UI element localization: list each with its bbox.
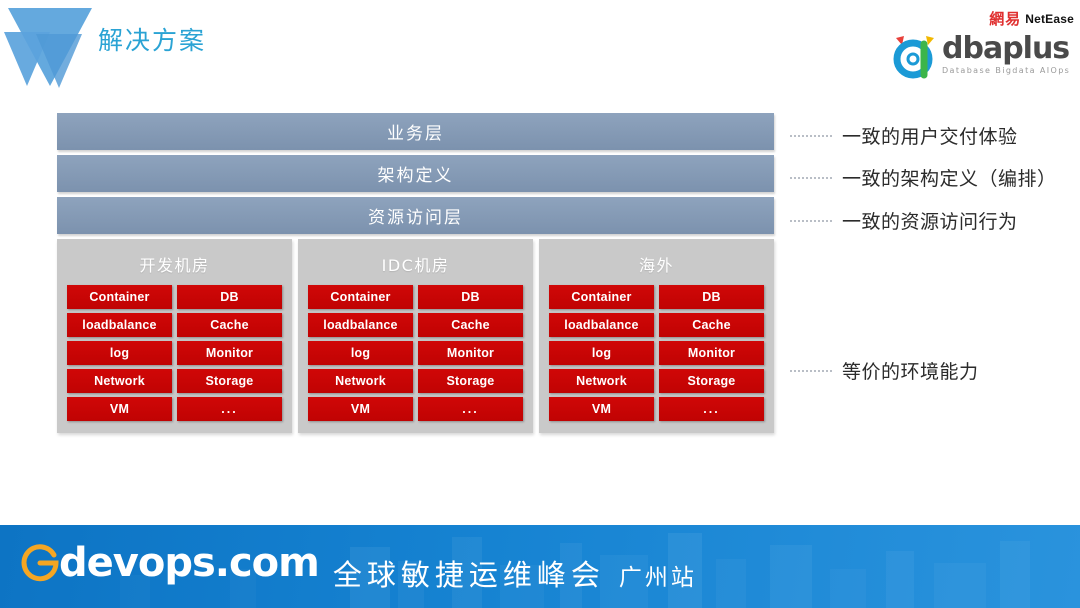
page-title: 解决方案 bbox=[98, 26, 207, 55]
capability-cell: Monitor bbox=[659, 341, 764, 365]
capability-cell: DB bbox=[659, 285, 764, 309]
capability-grid: Container DB loadbalance Cache log Monit… bbox=[308, 285, 523, 421]
dbaplus-a-mark-icon bbox=[893, 36, 934, 79]
capability-cell: Network bbox=[549, 369, 654, 393]
dbaplus-tagline: Database Bigdata AIOps bbox=[942, 65, 1071, 75]
capability-grid: Container DB loadbalance Cache log Monit… bbox=[549, 285, 764, 421]
capability-cell: Network bbox=[67, 369, 172, 393]
capability-cell: log bbox=[308, 341, 413, 365]
dotted-connector-icon bbox=[790, 369, 832, 372]
architecture-diagram: 业务层 架构定义 资源访问层 开发机房 Container DB loadbal… bbox=[57, 113, 774, 433]
gdevops-logo: devops.com bbox=[18, 539, 320, 586]
capability-cell: DB bbox=[177, 285, 282, 309]
capability-cell: loadbalance bbox=[67, 313, 172, 337]
capability-cell: log bbox=[67, 341, 172, 365]
capability-cell: loadbalance bbox=[308, 313, 413, 337]
environment-column-overseas: 海外 Container DB loadbalance Cache log Mo… bbox=[539, 239, 774, 433]
summit-name-label: 全球敏捷运维峰会 bbox=[332, 557, 605, 592]
dotted-connector-icon bbox=[790, 176, 832, 179]
brand-logos: 網易 NetEase dbaplus Database Bigdata AIOp… bbox=[890, 8, 1076, 86]
netease-logo: 網易 NetEase bbox=[989, 8, 1074, 29]
callout-label: 一致的架构定义（编排） bbox=[842, 168, 1057, 190]
callout-label: 一致的用户交付体验 bbox=[842, 126, 1018, 148]
dbaplus-logo: dbaplus Database Bigdata AIOps bbox=[890, 30, 1070, 80]
w-triangle-logo-icon bbox=[4, 8, 92, 88]
capability-cell: Storage bbox=[659, 369, 764, 393]
layer-bar-architecture: 架构定义 bbox=[57, 155, 774, 192]
capability-cell: Storage bbox=[418, 369, 523, 393]
callout-resource-layer: 一致的资源访问行为 bbox=[790, 207, 1018, 234]
capability-cell: VM bbox=[67, 397, 172, 421]
callout-architecture-layer: 一致的架构定义（编排） bbox=[790, 164, 1057, 191]
layer-bar-resource-access: 资源访问层 bbox=[57, 197, 774, 234]
callout-business-layer: 一致的用户交付体验 bbox=[790, 122, 1018, 149]
capability-cell: Monitor bbox=[418, 341, 523, 365]
capability-cell: Network bbox=[308, 369, 413, 393]
capability-cell-more: ... bbox=[659, 397, 764, 421]
environment-column-idc: IDC机房 Container DB loadbalance Cache log… bbox=[298, 239, 533, 433]
environment-title: IDC机房 bbox=[381, 256, 450, 275]
capability-cell: Container bbox=[67, 285, 172, 309]
capability-cell: VM bbox=[308, 397, 413, 421]
capability-cell: Cache bbox=[418, 313, 523, 337]
callout-label: 一致的资源访问行为 bbox=[842, 211, 1018, 233]
callout-environments: 等价的环境能力 bbox=[790, 357, 979, 384]
dotted-connector-icon bbox=[790, 219, 832, 222]
g-circle-icon bbox=[21, 543, 59, 581]
banner-domain-label: devops.com bbox=[59, 539, 320, 586]
callout-label: 等价的环境能力 bbox=[842, 361, 979, 383]
dotted-connector-icon bbox=[790, 134, 832, 137]
dbaplus-wordmark: dbaplus bbox=[942, 31, 1070, 66]
capability-cell: log bbox=[549, 341, 654, 365]
capability-cell: Monitor bbox=[177, 341, 282, 365]
capability-cell: Cache bbox=[177, 313, 282, 337]
capability-cell: Storage bbox=[177, 369, 282, 393]
slide-header: 解决方案 網易 NetEase dbaplus Database Bigdata… bbox=[0, 0, 1080, 95]
capability-cell-more: ... bbox=[418, 397, 523, 421]
summit-city-label: 广州站 bbox=[618, 564, 697, 591]
bottom-banner: devops.com 全球敏捷运维峰会 广州站 bbox=[0, 525, 1080, 608]
capability-cell: Cache bbox=[659, 313, 764, 337]
environment-title: 海外 bbox=[638, 256, 674, 275]
environment-column-dev: 开发机房 Container DB loadbalance Cache log … bbox=[57, 239, 292, 433]
layer-bar-business: 业务层 bbox=[57, 113, 774, 150]
capability-cell-more: ... bbox=[177, 397, 282, 421]
capability-cell: VM bbox=[549, 397, 654, 421]
capability-cell: Container bbox=[549, 285, 654, 309]
capability-cell: Container bbox=[308, 285, 413, 309]
netease-en-label: NetEase bbox=[1025, 11, 1074, 26]
environment-row: 开发机房 Container DB loadbalance Cache log … bbox=[57, 239, 774, 433]
environment-title: 开发机房 bbox=[139, 256, 210, 275]
capability-cell: loadbalance bbox=[549, 313, 654, 337]
capability-cell: DB bbox=[418, 285, 523, 309]
capability-grid: Container DB loadbalance Cache log Monit… bbox=[67, 285, 282, 421]
netease-cn-label: 網易 bbox=[989, 10, 1022, 28]
banner-content: devops.com 全球敏捷运维峰会 广州站 bbox=[18, 540, 697, 594]
